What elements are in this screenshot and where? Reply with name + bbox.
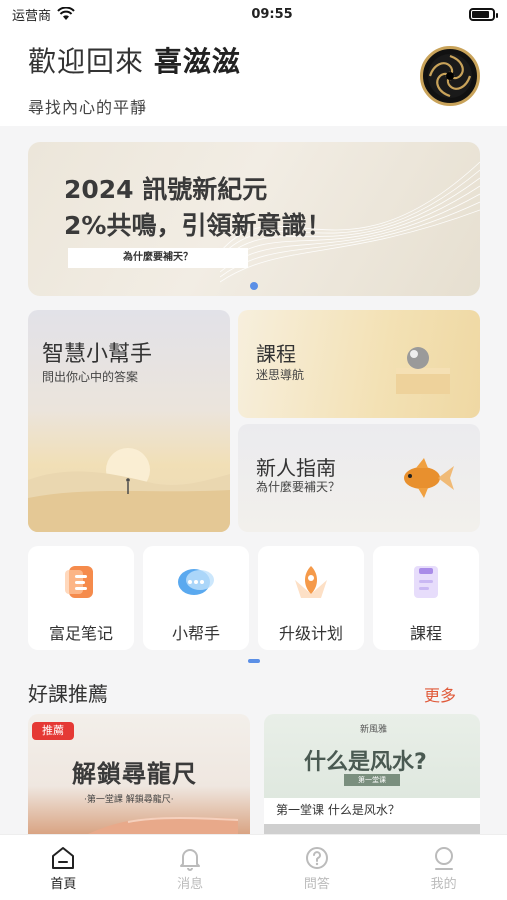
page-indicator [248, 659, 260, 663]
wisdom-title: 智慧小幫手 [42, 342, 153, 367]
course-icon [406, 564, 446, 600]
recommend-card-subtitle: ·第一堂課 解鎖尋龍尺· [84, 795, 174, 805]
tab-messages[interactable]: 消息 [127, 835, 254, 900]
battery-icon [469, 7, 498, 21]
swirl-icon [428, 54, 472, 98]
quick-link-upgrade[interactable]: 升级计划 [258, 546, 364, 650]
quick-link-label: 小帮手 [171, 624, 220, 643]
banner-subheadline: 2%共鳴，引領新意識！ [64, 211, 332, 240]
tab-qa[interactable]: 問答 [254, 835, 381, 900]
status-time: 09:55 [251, 6, 293, 22]
profile-icon [434, 847, 453, 870]
goldfish-illustration [404, 458, 454, 498]
notes-icon [61, 564, 101, 600]
question-icon [305, 847, 328, 869]
hand-illustration [88, 817, 238, 834]
next-card-preview [264, 824, 480, 834]
carousel-dot[interactable] [250, 282, 258, 290]
promo-banner[interactable]: 2024 訊號新紀元 2%共鳴，引領新意識！ 為什麼要補天？ [28, 142, 480, 296]
recommend-card-tag: 第一堂课 [344, 774, 400, 786]
quick-link-course[interactable]: 課程 [373, 546, 479, 650]
avatar[interactable] [420, 46, 480, 106]
banner-tag: 為什麼要補天？ [68, 248, 248, 268]
status-left: 运营商 [12, 5, 75, 24]
carrier-label: 运营商 [12, 8, 52, 24]
quick-link-label: 課程 [409, 624, 442, 643]
quick-link-label: 富足笔记 [48, 624, 113, 643]
more-link[interactable]: 更多 [424, 682, 456, 706]
wisdom-subtitle: 問出你心中的答案 [42, 370, 139, 384]
tab-label: 我的 [430, 877, 457, 892]
course-subtitle: 迷思導航 [256, 368, 305, 382]
guide-title: 新人指南 [256, 456, 336, 480]
recommend-card-title: 什么是风水? [304, 750, 427, 775]
course-title: 課程 [256, 342, 296, 366]
chat-icon [176, 564, 216, 600]
banner-headline: 2024 訊號新紀元 [64, 175, 268, 204]
recommend-section-title: 好課推薦 [28, 682, 108, 706]
bottom-tab-bar: 首頁 消息 問答 我的 [0, 834, 507, 900]
tab-label: 消息 [177, 877, 204, 892]
recommend-card-caption[interactable]: 第一堂课 什么是风水？ [264, 798, 480, 824]
sphere-pedestal-illustration [396, 347, 450, 394]
recommend-badge: 推薦 [32, 722, 74, 740]
welcome-label: 歡迎回來 [28, 45, 145, 78]
recommend-card-fengshui[interactable]: 新風雅 什么是风水? 第一堂课 [264, 714, 480, 798]
upgrade-icon [291, 564, 331, 600]
sunset-landscape-illustration [28, 448, 230, 532]
course-card[interactable]: 課程 迷思導航 [238, 310, 480, 418]
quick-link-notes[interactable]: 富足笔记 [28, 546, 134, 650]
username: 喜滋滋 [153, 45, 241, 78]
guide-subtitle: 為什麼要補天？ [256, 480, 341, 494]
wisdom-helper-card[interactable]: 智慧小幫手 問出你心中的答案 [28, 310, 230, 532]
quick-link-helper[interactable]: 小帮手 [143, 546, 249, 650]
recommend-card-series: 新風雅 [360, 725, 388, 735]
header: 歡迎回來 喜滋滋 尋找內心的平靜 [0, 28, 507, 126]
tab-label: 首頁 [50, 877, 77, 892]
tab-profile[interactable]: 我的 [380, 835, 507, 900]
welcome-text: 歡迎回來 喜滋滋 [28, 40, 241, 80]
tab-home[interactable]: 首頁 [0, 835, 127, 900]
recommend-card-dragon-ruler[interactable]: 推薦 解鎖尋龍尺 ·第一堂課 解鎖尋龍尺· [28, 714, 250, 834]
newcomer-guide-card[interactable]: 新人指南 為什麼要補天？ [238, 424, 480, 532]
recommend-card-title: 解鎖尋龍尺 [72, 760, 197, 788]
home-icon [52, 847, 75, 869]
tab-label: 問答 [303, 877, 330, 892]
header-subtitle: 尋找內心的平靜 [28, 98, 148, 117]
quick-link-label: 升级计划 [278, 624, 343, 643]
bell-icon [180, 849, 201, 871]
status-bar: 运营商 09:55 [0, 0, 507, 28]
wifi-icon [57, 7, 75, 20]
